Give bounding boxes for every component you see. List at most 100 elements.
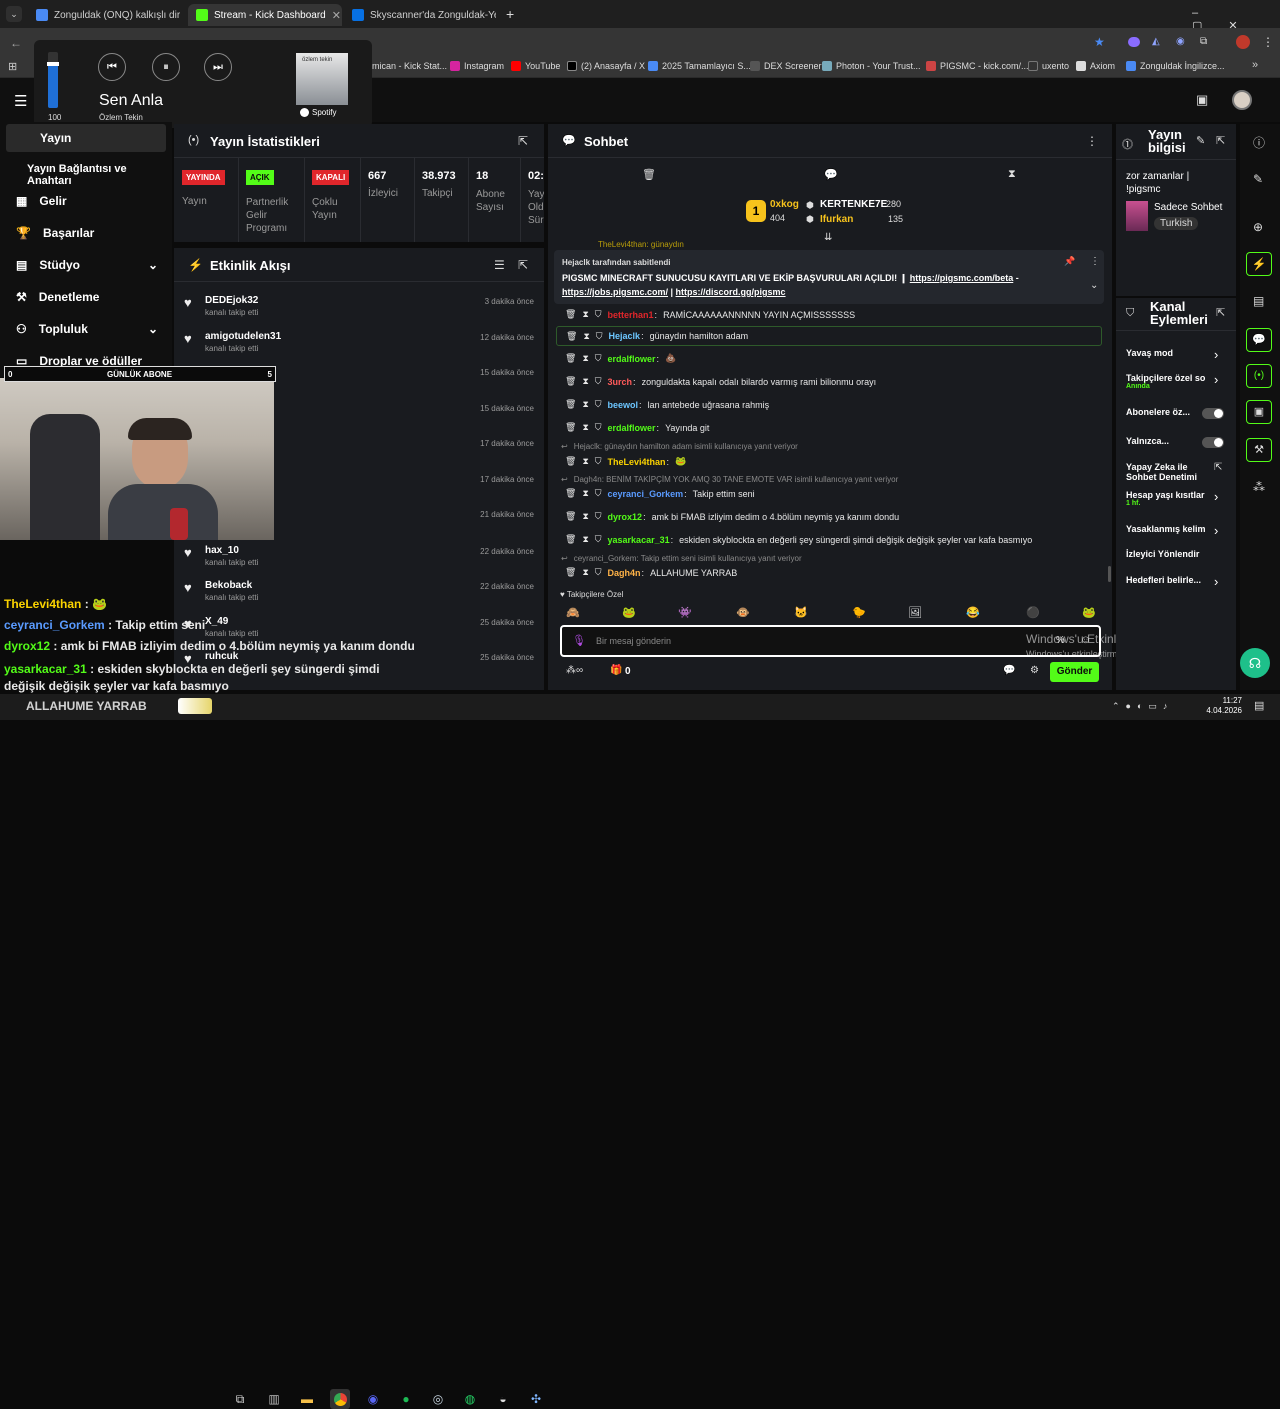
clipboard-icon[interactable]: ▤	[1253, 294, 1264, 308]
chat-icon[interactable]: 💬	[824, 168, 838, 181]
bookmark-item[interactable]: Instagram	[450, 61, 504, 71]
hamburger-menu-icon[interactable]: ☰	[14, 92, 27, 110]
hourglass-icon[interactable]: ⧗	[582, 353, 588, 364]
trash-icon[interactable]: 🗑	[565, 511, 576, 522]
search-highlight-icon[interactable]	[178, 698, 212, 714]
hourglass-icon[interactable]: ⧗	[582, 422, 588, 433]
chat-username[interactable]: dyrox12	[608, 512, 643, 522]
hourglass-icon[interactable]: ⧗	[1008, 168, 1016, 181]
sidebar-item-topluluk[interactable]: ⚇ Topluluk ⌄	[16, 322, 158, 336]
toggle-switch[interactable]	[1202, 437, 1224, 448]
chat-username[interactable]: erdalflower	[608, 423, 656, 433]
apps-grid-icon[interactable]: ⊞	[8, 60, 17, 73]
chevron-down-icon[interactable]: ⌄	[1090, 280, 1098, 291]
collapse-arrow-icon[interactable]: ⇊	[824, 232, 832, 243]
chat-username[interactable]: ceyranci_Gorkem	[608, 489, 684, 499]
bookmark-item[interactable]: DEX Screener	[750, 61, 822, 71]
activity-username[interactable]: hax_10	[205, 545, 239, 556]
gift-icon[interactable]: 🎁	[610, 665, 622, 676]
folder-icon[interactable]: ▬	[297, 1389, 317, 1409]
shield-icon[interactable]: ⛉	[595, 376, 602, 387]
trash-icon[interactable]: 🗑	[565, 422, 576, 433]
chat-username[interactable]: erdalflower	[608, 354, 656, 364]
tab-skyscanner-1[interactable]: Zonguldak (ONQ) kalkışlı direkt ✕	[28, 4, 180, 26]
emote-icon[interactable]: 🐤	[852, 606, 866, 619]
bookmark-item[interactable]: 2025 Tamamlayıcı S...	[648, 61, 751, 71]
microphone-icon[interactable]: 🎙	[572, 634, 586, 647]
channel-action-4[interactable]: Yapay Zeka ile Sohbet Denetimi ⇱	[1126, 462, 1230, 482]
volume-slider[interactable]	[47, 52, 59, 108]
star-icon[interactable]: ★	[1094, 35, 1105, 49]
chat-icon[interactable]: 💬	[1003, 665, 1015, 676]
hourglass-icon[interactable]: ⧗	[582, 567, 588, 578]
more-bookmarks-icon[interactable]: »	[1252, 59, 1258, 71]
emote-icon[interactable]: 🐱	[794, 606, 808, 619]
next-track-button[interactable]: ⏭	[204, 53, 232, 81]
hourglass-icon[interactable]: ⧗	[582, 488, 588, 499]
hourglass-icon[interactable]: ⧗	[582, 456, 588, 467]
bookmark-item[interactable]: (2) Anasayfa / X	[567, 61, 645, 71]
hourglass-icon[interactable]: ⧗	[582, 534, 588, 545]
new-tab-button[interactable]: +	[506, 6, 514, 22]
hourglass-icon[interactable]: ⧗	[582, 376, 588, 387]
task-view-icon[interactable]: ⧉	[230, 1389, 250, 1409]
trash-icon[interactable]: 🗑	[565, 456, 576, 467]
popout-icon[interactable]: ⇱	[1216, 134, 1225, 147]
moderation-icon[interactable]: ⚒	[1246, 438, 1272, 462]
chat-username[interactable]: betterhan1	[608, 310, 654, 320]
emote-icon[interactable]: ⚫	[1026, 606, 1040, 619]
chat-input-box[interactable]: 🎙 Bir mesaj gönderin % ☺	[560, 625, 1101, 657]
channel-action-5[interactable]: Hesap yaşı kısıtlar 1 hf. ›	[1126, 489, 1230, 507]
pinned-link[interactable]: https://jobs.pigsmc.com/	[562, 287, 668, 297]
sidebar-item-gelir[interactable]: ▦ Gelir	[16, 194, 67, 208]
trash-icon[interactable]: 🗑	[565, 567, 576, 578]
hourglass-icon[interactable]: ⧗	[583, 331, 589, 342]
sidebar-item-stream-key[interactable]: Yayın Bağlantısı ve Anahtarı	[27, 163, 172, 187]
target-icon[interactable]: ⊕	[1253, 220, 1263, 234]
channel-action-6[interactable]: Yasaklanmış kelim ›	[1126, 523, 1230, 538]
shield-icon[interactable]: ⛉	[595, 399, 602, 410]
emote-icon[interactable]: 🐵	[736, 606, 750, 619]
sidebar-item-basarilar[interactable]: 🏆 Başarılar	[16, 226, 94, 240]
profile-avatar[interactable]	[1236, 35, 1250, 49]
trash-icon[interactable]: 🗑	[565, 534, 576, 545]
chat-username[interactable]: Dagh4n	[608, 568, 641, 578]
trash-icon[interactable]: 🗑	[565, 376, 576, 387]
user-avatar[interactable]	[1232, 90, 1252, 110]
sidebar-item-denetleme[interactable]: ⚒ Denetleme	[16, 290, 99, 304]
activity-username[interactable]: amigotudelen31	[205, 331, 281, 342]
chat-scrollbar[interactable]	[1108, 566, 1111, 582]
toggle-switch[interactable]	[1202, 408, 1224, 419]
shield-icon[interactable]: ⛉	[595, 511, 602, 522]
system-tray-icons[interactable]: ⌃●◐▭♪	[1112, 701, 1173, 712]
pause-button[interactable]: ⏸	[152, 53, 180, 81]
chat-username[interactable]: yasarkacar_31	[608, 535, 670, 545]
extension-icon[interactable]: ◉	[1176, 36, 1185, 47]
channel-action-8[interactable]: Hedefleri belirle... ›	[1126, 574, 1230, 589]
trash-icon[interactable]: 🗑	[565, 353, 576, 364]
close-icon[interactable]: ✕	[332, 9, 341, 22]
chat-username[interactable]: beewol	[608, 400, 639, 410]
more-options-icon[interactable]: ⋮	[1086, 134, 1098, 148]
settings-gear-icon[interactable]: ⚙	[1030, 665, 1039, 676]
broadcast-icon[interactable]: (•)	[1246, 364, 1272, 388]
emote-icon[interactable]: 😂	[966, 606, 980, 619]
emote-icon[interactable]: 🐸	[1082, 606, 1096, 619]
chrome-icon[interactable]	[330, 1389, 350, 1409]
hourglass-icon[interactable]: ⧗	[582, 309, 588, 320]
trash-icon[interactable]: 🗑	[642, 168, 656, 181]
shield-icon[interactable]: ⛉	[595, 534, 602, 545]
sidebar-item-yayin[interactable]: Yayın	[16, 131, 71, 145]
shield-icon[interactable]: ⛉	[595, 567, 602, 578]
spotify-icon[interactable]: ●	[396, 1389, 416, 1409]
support-chat-button[interactable]: ☊	[1240, 648, 1270, 678]
popout-icon[interactable]: ⇱	[1216, 306, 1225, 319]
channel-action-7[interactable]: İzleyici Yönlendir	[1126, 549, 1230, 559]
bookmark-item[interactable]: Zonguldak İngilizce...	[1126, 61, 1225, 71]
channel-action-2[interactable]: Abonelere öz...	[1126, 407, 1230, 419]
trash-icon[interactable]: 🗑	[566, 331, 577, 342]
stats-icon[interactable]: ▣	[1246, 400, 1272, 424]
wallet-icon[interactable]: ▣	[1196, 92, 1208, 108]
chat-username[interactable]: Hejaclk	[609, 331, 641, 341]
activity-username[interactable]: DEDEjok32	[205, 295, 258, 306]
